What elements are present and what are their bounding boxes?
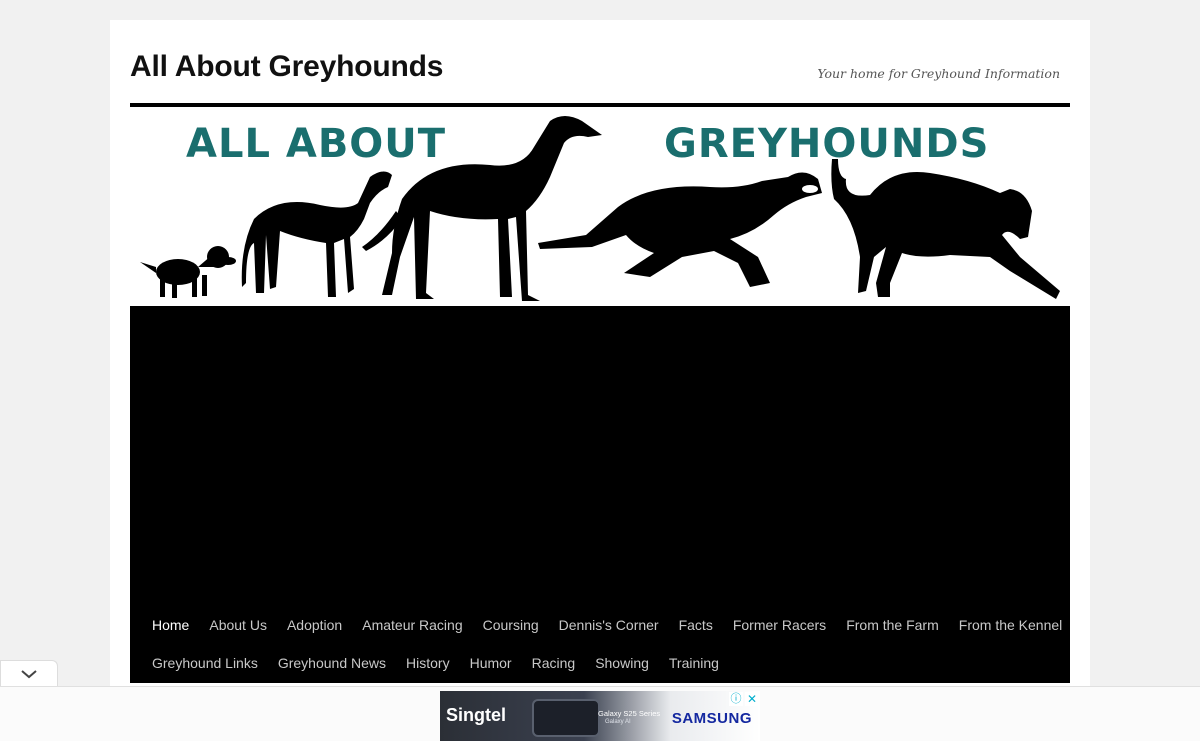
menu-item-coursing[interactable]: Coursing xyxy=(473,617,549,633)
ad-info-icon[interactable]: ⓘ xyxy=(729,692,743,706)
menu-item-adoption[interactable]: Adoption xyxy=(277,617,352,633)
main-navigation: Home About Us Adoption Amateur Racing Co… xyxy=(130,606,1070,682)
menu-item-former-racers[interactable]: Former Racers xyxy=(723,617,836,633)
site-description: Your home for Greyhound Information xyxy=(817,66,1060,81)
header-banner-image[interactable]: All About Greyhounds xyxy=(130,107,1070,306)
page-container: All About Greyhounds Your home for Greyh… xyxy=(110,20,1090,740)
ad-close-icon[interactable]: ✕ xyxy=(745,692,759,706)
ad-creative[interactable]: Singtel Galaxy S25 Series Galaxy AI SAMS… xyxy=(440,691,760,741)
menu-item-from-the-farm[interactable]: From the Farm xyxy=(836,617,949,633)
menu-item-humor[interactable]: Humor xyxy=(460,655,522,671)
site-title[interactable]: All About Greyhounds xyxy=(130,50,443,84)
banner-right-text: Greyhounds xyxy=(664,121,989,167)
ad-product-subtitle: Galaxy AI xyxy=(605,719,631,725)
menu-item-facts[interactable]: Facts xyxy=(669,617,723,633)
menu-item-history[interactable]: History xyxy=(396,655,460,671)
menu-item-training[interactable]: Training xyxy=(659,655,729,671)
menu-item-home[interactable]: Home xyxy=(142,617,199,633)
banner-graphic: All About Greyhounds xyxy=(140,116,1060,301)
menu-item-greyhound-links[interactable]: Greyhound Links xyxy=(142,655,268,671)
menu-row-1: Home About Us Adoption Amateur Racing Co… xyxy=(130,606,1070,644)
chevron-down-icon xyxy=(21,670,37,679)
menu-item-amateur-racing[interactable]: Amateur Racing xyxy=(352,617,472,633)
young-greyhound-silhouette xyxy=(241,171,392,297)
menu-item-showing[interactable]: Showing xyxy=(585,655,659,671)
ad-banner-bar: Singtel Galaxy S25 Series Galaxy AI SAMS… xyxy=(0,686,1200,741)
ad-product-name: Galaxy S25 Series xyxy=(598,709,661,718)
phone-image-icon xyxy=(532,699,600,737)
menu-item-dennis-corner[interactable]: Dennis's Corner xyxy=(549,617,669,633)
banner-left-text: All About xyxy=(186,121,446,167)
menu-item-from-the-kennel[interactable]: From the Kennel xyxy=(949,617,1073,633)
ad-brand-singtel: Singtel xyxy=(446,705,507,725)
menu-item-racing[interactable]: Racing xyxy=(522,655,586,671)
puppy-silhouette xyxy=(140,246,236,298)
ad-collapse-toggle[interactable] xyxy=(0,660,58,687)
menu-item-greyhound-news[interactable]: Greyhound News xyxy=(268,655,396,671)
ad-brand-samsung: SAMSUNG xyxy=(671,710,752,727)
menu-row-2: Greyhound Links Greyhound News History H… xyxy=(130,644,1070,682)
menu-item-about-us[interactable]: About Us xyxy=(199,617,277,633)
running-greyhound-silhouette xyxy=(538,172,822,287)
stretching-greyhound-silhouette xyxy=(831,159,1060,299)
